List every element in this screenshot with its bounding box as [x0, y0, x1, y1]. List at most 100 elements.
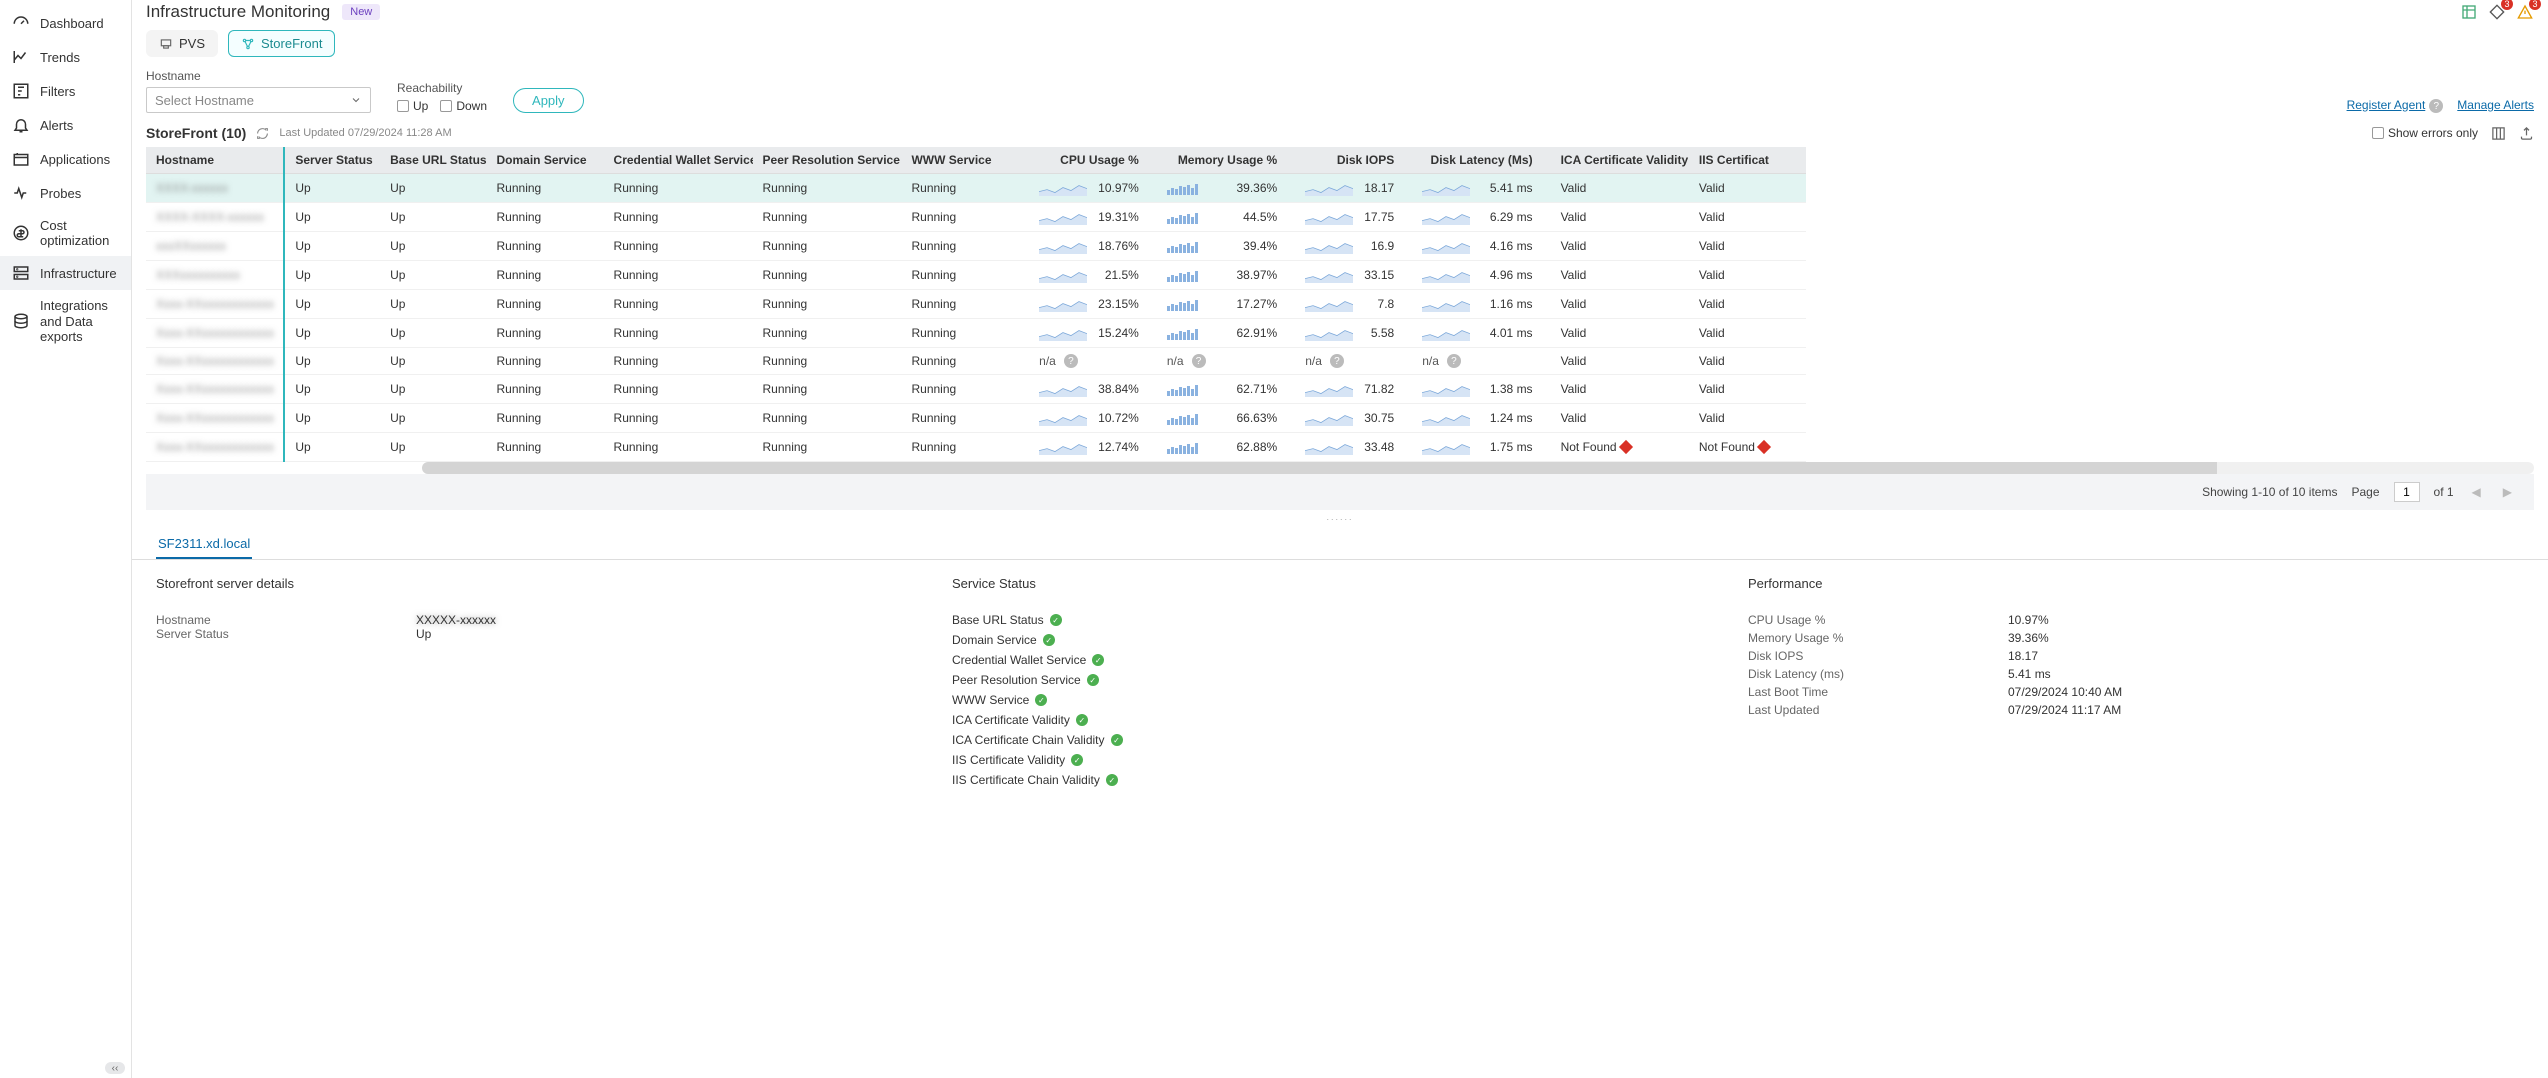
refresh-icon[interactable]	[256, 127, 269, 140]
hostname-blurred: Xxxx-XXxxxxxxxxxxxx	[156, 382, 274, 396]
table-row[interactable]: Xxxx-XXxxxxxxxxxxxxUpUpRunningRunningRun…	[146, 433, 1806, 462]
register-agent-link[interactable]: Register Agent	[2347, 98, 2426, 112]
nav-infrastructure[interactable]: Infrastructure	[0, 256, 131, 290]
check-circle-icon: ✓	[1050, 614, 1062, 626]
service-row: ICA Certificate Chain Validity✓	[952, 733, 1728, 747]
hostname-blurred: Xxxx-XXxxxxxxxxxxxx	[156, 440, 274, 454]
checkbox-icon	[440, 100, 452, 112]
export-icon[interactable]	[2518, 125, 2534, 141]
pager: Showing 1-10 of 10 items Page of 1 ◀ ▶	[146, 474, 2534, 510]
col-cpu[interactable]: CPU Usage %	[1029, 147, 1157, 174]
col-memory[interactable]: Memory Usage %	[1157, 147, 1295, 174]
hostname-blurred: Xxxx-XXxxxxxxxxxxxx	[156, 326, 274, 340]
nav-label: Cost optimization	[40, 218, 121, 248]
hostname-placeholder: Select Hostname	[155, 93, 254, 108]
horizontal-scrollbar[interactable]	[422, 462, 2534, 474]
check-circle-icon: ✓	[1087, 674, 1099, 686]
service-row: IIS Certificate Validity✓	[952, 753, 1728, 767]
triangle-badge-count: 3	[2529, 0, 2541, 10]
hostname-blurred: Xxxx-XXxxxxxxxxxxxx	[156, 354, 274, 368]
col-credential-wallet[interactable]: Credential Wallet Service	[604, 147, 753, 174]
splitter[interactable]	[146, 516, 2534, 524]
col-server-status[interactable]: Server Status	[284, 147, 380, 174]
help-icon[interactable]: ?	[2429, 99, 2443, 113]
table-row[interactable]: Xxxx-XXxxxxxxxxxxxxUpUpRunningRunningRun…	[146, 348, 1806, 375]
trends-icon	[12, 48, 30, 66]
table-row[interactable]: xxxXXxxxxxxUpUpRunningRunningRunningRunn…	[146, 232, 1806, 261]
bell-icon	[12, 116, 30, 134]
col-peer-resolution[interactable]: Peer Resolution Service	[753, 147, 902, 174]
col-ica-cert[interactable]: ICA Certificate Validity	[1551, 147, 1689, 174]
manage-alerts-link[interactable]: Manage Alerts	[2457, 98, 2534, 112]
columns-icon[interactable]	[2490, 125, 2506, 141]
infrastructure-icon	[12, 264, 30, 282]
table-scroll[interactable]: Hostname Server Status Base URL Status D…	[146, 147, 2534, 462]
col-iis-cert[interactable]: IIS Certificat	[1689, 147, 1806, 174]
show-errors-toggle[interactable]: Show errors only	[2372, 126, 2478, 140]
table-row[interactable]: Xxxx-XXxxxxxxxxxxxxUpUpRunningRunningRun…	[146, 375, 1806, 404]
service-status-heading: Service Status	[952, 576, 1728, 591]
nav-cost-optimization[interactable]: Cost optimization	[0, 210, 131, 256]
diamond-alert-icon[interactable]: 3	[2488, 3, 2506, 21]
detail-tab[interactable]: SF2311.xd.local	[156, 530, 252, 559]
col-domain-service[interactable]: Domain Service	[487, 147, 604, 174]
tab-label: PVS	[179, 36, 205, 51]
table-row[interactable]: XXXX-XXXX-xxxxxxUpUpRunningRunningRunnin…	[146, 203, 1806, 232]
checkbox-up[interactable]: Up	[397, 99, 428, 113]
service-row: IIS Certificate Chain Validity✓	[952, 773, 1728, 787]
col-disk-latency[interactable]: Disk Latency (Ms)	[1412, 147, 1550, 174]
check-circle-icon: ✓	[1076, 714, 1088, 726]
nav-label: Integrations and Data exports	[40, 298, 121, 345]
diamond-badge-count: 3	[2501, 0, 2513, 10]
help-icon[interactable]: ?	[1064, 354, 1078, 368]
nav-integrations[interactable]: Integrations and Data exports	[0, 290, 131, 353]
tab-storefront[interactable]: StoreFront	[228, 30, 335, 57]
performance-heading: Performance	[1748, 576, 2524, 591]
nav-alerts[interactable]: Alerts	[0, 108, 131, 142]
kv-row: Server StatusUp	[156, 627, 932, 641]
col-disk-iops[interactable]: Disk IOPS	[1295, 147, 1412, 174]
tab-pvs[interactable]: PVS	[146, 30, 218, 57]
performance-col: Performance CPU Usage %10.97%Memory Usag…	[1748, 576, 2524, 787]
col-hostname[interactable]: Hostname	[146, 147, 284, 174]
pager-page-input[interactable]	[2394, 482, 2420, 502]
table-row[interactable]: Xxxx-XXxxxxxxxxxxxxUpUpRunningRunningRun…	[146, 404, 1806, 433]
check-circle-icon: ✓	[1106, 774, 1118, 786]
storefront-table: Hostname Server Status Base URL Status D…	[146, 147, 1806, 462]
table-row[interactable]: Xxxx-XXxxxxxxxxxxxxUpUpRunningRunningRun…	[146, 290, 1806, 319]
layout-icon[interactable]	[2460, 3, 2478, 21]
col-base-url[interactable]: Base URL Status	[380, 147, 486, 174]
error-diamond-icon	[1619, 440, 1633, 454]
kv-row: CPU Usage %10.97%	[1748, 613, 2524, 627]
pager-prev[interactable]: ◀	[2468, 485, 2485, 499]
service-row: WWW Service✓	[952, 693, 1728, 707]
hostname-select[interactable]: Select Hostname	[146, 87, 371, 113]
triangle-alert-icon[interactable]: 3	[2516, 3, 2534, 21]
nav-label: Alerts	[40, 118, 73, 133]
checkbox-down[interactable]: Down	[440, 99, 487, 113]
nav-applications[interactable]: Applications	[0, 142, 131, 176]
table-row[interactable]: XXXX-xxxxxxUpUpRunningRunningRunningRunn…	[146, 174, 1806, 203]
help-icon[interactable]: ?	[1192, 354, 1206, 368]
help-icon[interactable]: ?	[1447, 354, 1461, 368]
service-row: Peer Resolution Service✓	[952, 673, 1728, 687]
service-row: ICA Certificate Validity✓	[952, 713, 1728, 727]
nav-trends[interactable]: Trends	[0, 40, 131, 74]
nav-filters[interactable]: Filters	[0, 74, 131, 108]
help-icon[interactable]: ?	[1330, 354, 1344, 368]
col-www[interactable]: WWW Service	[901, 147, 1029, 174]
hostname-blurred: XXXxxxxxxxxxx	[156, 268, 240, 282]
check-circle-icon: ✓	[1092, 654, 1104, 666]
pager-next[interactable]: ▶	[2499, 485, 2516, 499]
nav-dashboard[interactable]: Dashboard	[0, 6, 131, 40]
table-row[interactable]: XXXxxxxxxxxxxUpUpRunningRunningRunningRu…	[146, 261, 1806, 290]
hostname-blurred: XXXX-XXXX-xxxxxx	[156, 210, 264, 224]
table-row[interactable]: Xxxx-XXxxxxxxxxxxxxUpUpRunningRunningRun…	[146, 319, 1806, 348]
hostname-blurred: XXXX-xxxxxx	[156, 181, 228, 195]
hostname-blurred: Xxxx-XXxxxxxxxxxxxx	[156, 411, 274, 425]
checkbox-icon	[2372, 127, 2384, 139]
nav-probes[interactable]: Probes	[0, 176, 131, 210]
collapse-sidebar-button[interactable]: ‹‹	[105, 1062, 125, 1074]
apply-button[interactable]: Apply	[513, 88, 584, 113]
checkbox-icon	[397, 100, 409, 112]
